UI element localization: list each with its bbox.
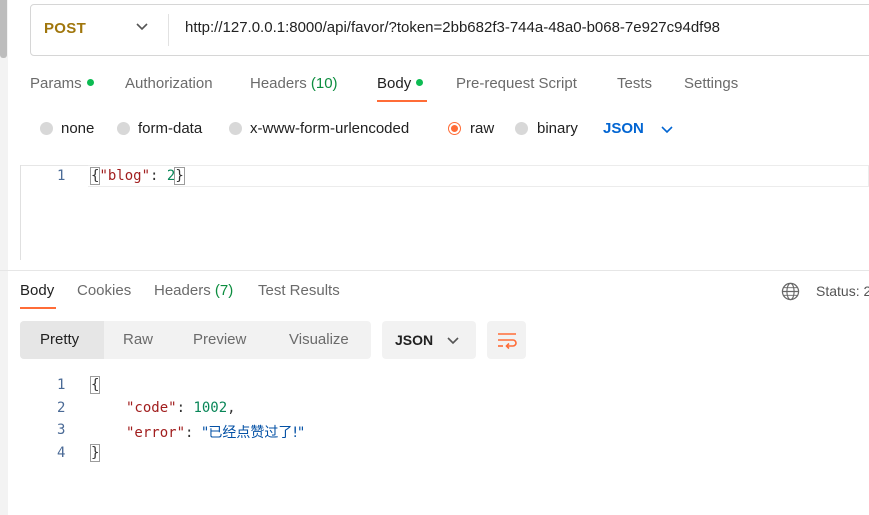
response-tab-headers[interactable]: Headers (7) bbox=[154, 282, 233, 299]
tab-body[interactable]: Body bbox=[377, 75, 424, 92]
tab-indicator-dot bbox=[86, 79, 94, 86]
line-number: 1 bbox=[57, 168, 66, 184]
response-line-code: "code": 1002, bbox=[126, 400, 236, 416]
chevron-down-icon[interactable] bbox=[135, 19, 149, 33]
scrollbar-thumb[interactable] bbox=[0, 0, 7, 58]
chevron-down-icon[interactable] bbox=[446, 333, 460, 347]
url-input[interactable]: http://127.0.0.1:8000/api/favor/?token=2… bbox=[185, 19, 720, 36]
body-type-urlencoded-label[interactable]: x-www-form-urlencoded bbox=[250, 120, 409, 137]
pane-divider[interactable] bbox=[0, 270, 869, 271]
tab-pre-request-script[interactable]: Pre-request Script bbox=[456, 75, 577, 92]
json-key: "error" bbox=[126, 425, 186, 441]
url-separator bbox=[168, 14, 169, 46]
headers-count: (7) bbox=[214, 282, 234, 299]
editor-active-line bbox=[88, 165, 869, 187]
response-line-error: "error": "已经点赞过了!" bbox=[126, 425, 305, 441]
tab-indicator-dot bbox=[416, 79, 424, 86]
tab-headers[interactable]: Headers (10) bbox=[250, 75, 338, 92]
response-open-brace: { bbox=[89, 376, 101, 394]
line-number: 1 bbox=[57, 377, 66, 393]
headers-count: (10) bbox=[310, 75, 338, 92]
json-key: "blog" bbox=[99, 168, 151, 184]
view-mode-pretty[interactable]: Pretty bbox=[40, 331, 79, 348]
response-close-brace: } bbox=[89, 444, 101, 462]
tab-label: Headers bbox=[250, 75, 307, 92]
active-tab-underline bbox=[377, 100, 427, 102]
body-type-binary-label[interactable]: binary bbox=[537, 120, 578, 137]
tab-params[interactable]: Params bbox=[30, 75, 94, 92]
body-type-raw-label[interactable]: raw bbox=[470, 120, 494, 137]
radio-urlencoded[interactable] bbox=[229, 122, 242, 135]
tab-label: Body bbox=[377, 75, 412, 92]
raw-format-selector[interactable]: JSON bbox=[603, 120, 644, 137]
tab-label: Headers bbox=[154, 282, 211, 299]
wrap-lines-icon bbox=[498, 333, 517, 350]
radio-binary[interactable] bbox=[515, 122, 528, 135]
line-number: 4 bbox=[57, 445, 66, 461]
radio-none[interactable] bbox=[40, 122, 53, 135]
view-mode-raw[interactable]: Raw bbox=[123, 331, 153, 348]
active-response-tab-underline bbox=[20, 307, 56, 309]
tab-label: Params bbox=[30, 75, 82, 92]
radio-form-data[interactable] bbox=[117, 122, 130, 135]
response-tab-body[interactable]: Body bbox=[20, 282, 54, 299]
response-tab-cookies[interactable]: Cookies bbox=[77, 282, 131, 299]
request-url-bar: POST http://127.0.0.1:8000/api/favor/?to… bbox=[30, 4, 869, 56]
globe-icon[interactable] bbox=[781, 282, 800, 301]
method-selector[interactable]: POST bbox=[44, 20, 86, 37]
json-key: "code" bbox=[126, 400, 177, 416]
radio-raw[interactable] bbox=[448, 122, 461, 135]
tab-settings[interactable]: Settings bbox=[684, 75, 738, 92]
body-type-none-label[interactable]: none bbox=[61, 120, 94, 137]
line-number: 2 bbox=[57, 400, 66, 416]
json-value: 1002 bbox=[193, 400, 228, 416]
line-number: 3 bbox=[57, 422, 66, 438]
view-mode-visualize[interactable]: Visualize bbox=[289, 331, 349, 348]
window-edge-strip bbox=[0, 0, 8, 515]
json-colon: : bbox=[150, 168, 167, 184]
response-format-label: JSON bbox=[395, 332, 434, 348]
json-value: "已经点赞过了!" bbox=[201, 425, 305, 441]
editor-left-border bbox=[20, 165, 21, 260]
response-tab-test-results[interactable]: Test Results bbox=[258, 282, 340, 299]
tab-authorization[interactable]: Authorization bbox=[125, 75, 213, 92]
request-body-editor[interactable]: {"blog": 2} bbox=[89, 167, 185, 185]
chevron-down-icon[interactable] bbox=[660, 122, 674, 136]
close-brace: } bbox=[174, 167, 185, 185]
response-status: Status: 2 bbox=[816, 283, 869, 299]
view-mode-preview[interactable]: Preview bbox=[193, 331, 246, 348]
tab-tests[interactable]: Tests bbox=[617, 75, 652, 92]
body-type-form-data-label[interactable]: form-data bbox=[138, 120, 202, 137]
